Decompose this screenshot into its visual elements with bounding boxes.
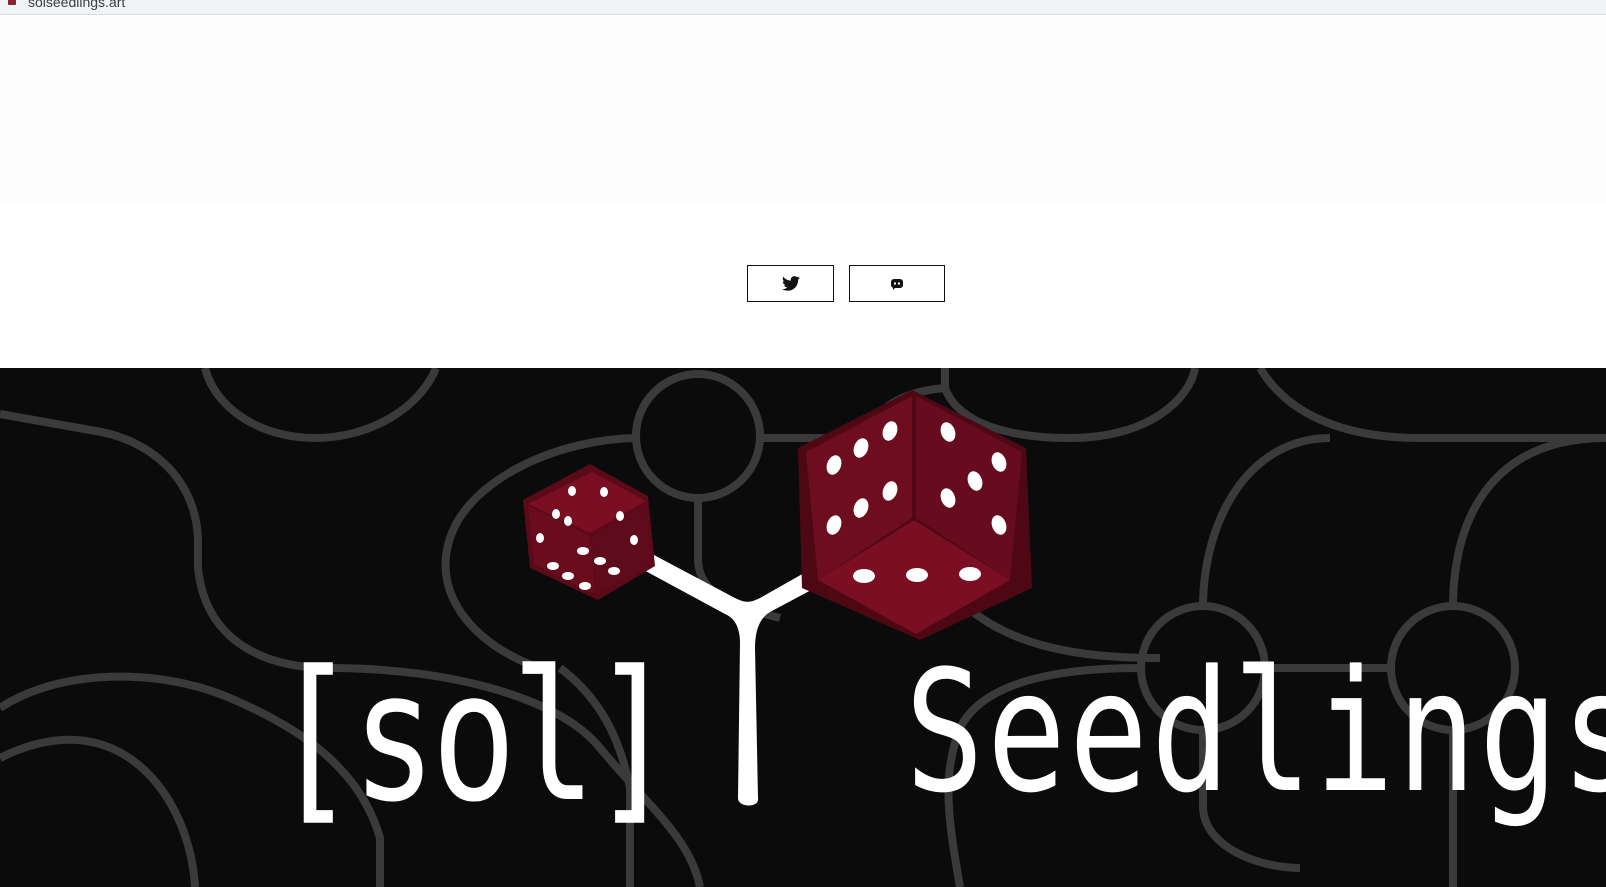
twitter-bird-icon bbox=[781, 276, 800, 291]
hero-banner: [sol] Seedlings bbox=[0, 368, 1606, 887]
logo-text-sol: [sol] bbox=[272, 633, 676, 842]
twitter-button[interactable] bbox=[747, 265, 834, 302]
tab-favicon-icon bbox=[8, 0, 16, 5]
browser-tab-strip: solseedlings.art bbox=[0, 0, 1606, 15]
social-links bbox=[0, 265, 1606, 305]
discord-icon bbox=[890, 277, 904, 291]
logo-text-seedlings: Seedlings bbox=[905, 634, 1606, 830]
small-dice-icon bbox=[523, 464, 655, 600]
embed-frame bbox=[0, 16, 1606, 202]
tab-title[interactable]: solseedlings.art bbox=[28, 0, 125, 10]
discord-button[interactable] bbox=[849, 265, 945, 302]
